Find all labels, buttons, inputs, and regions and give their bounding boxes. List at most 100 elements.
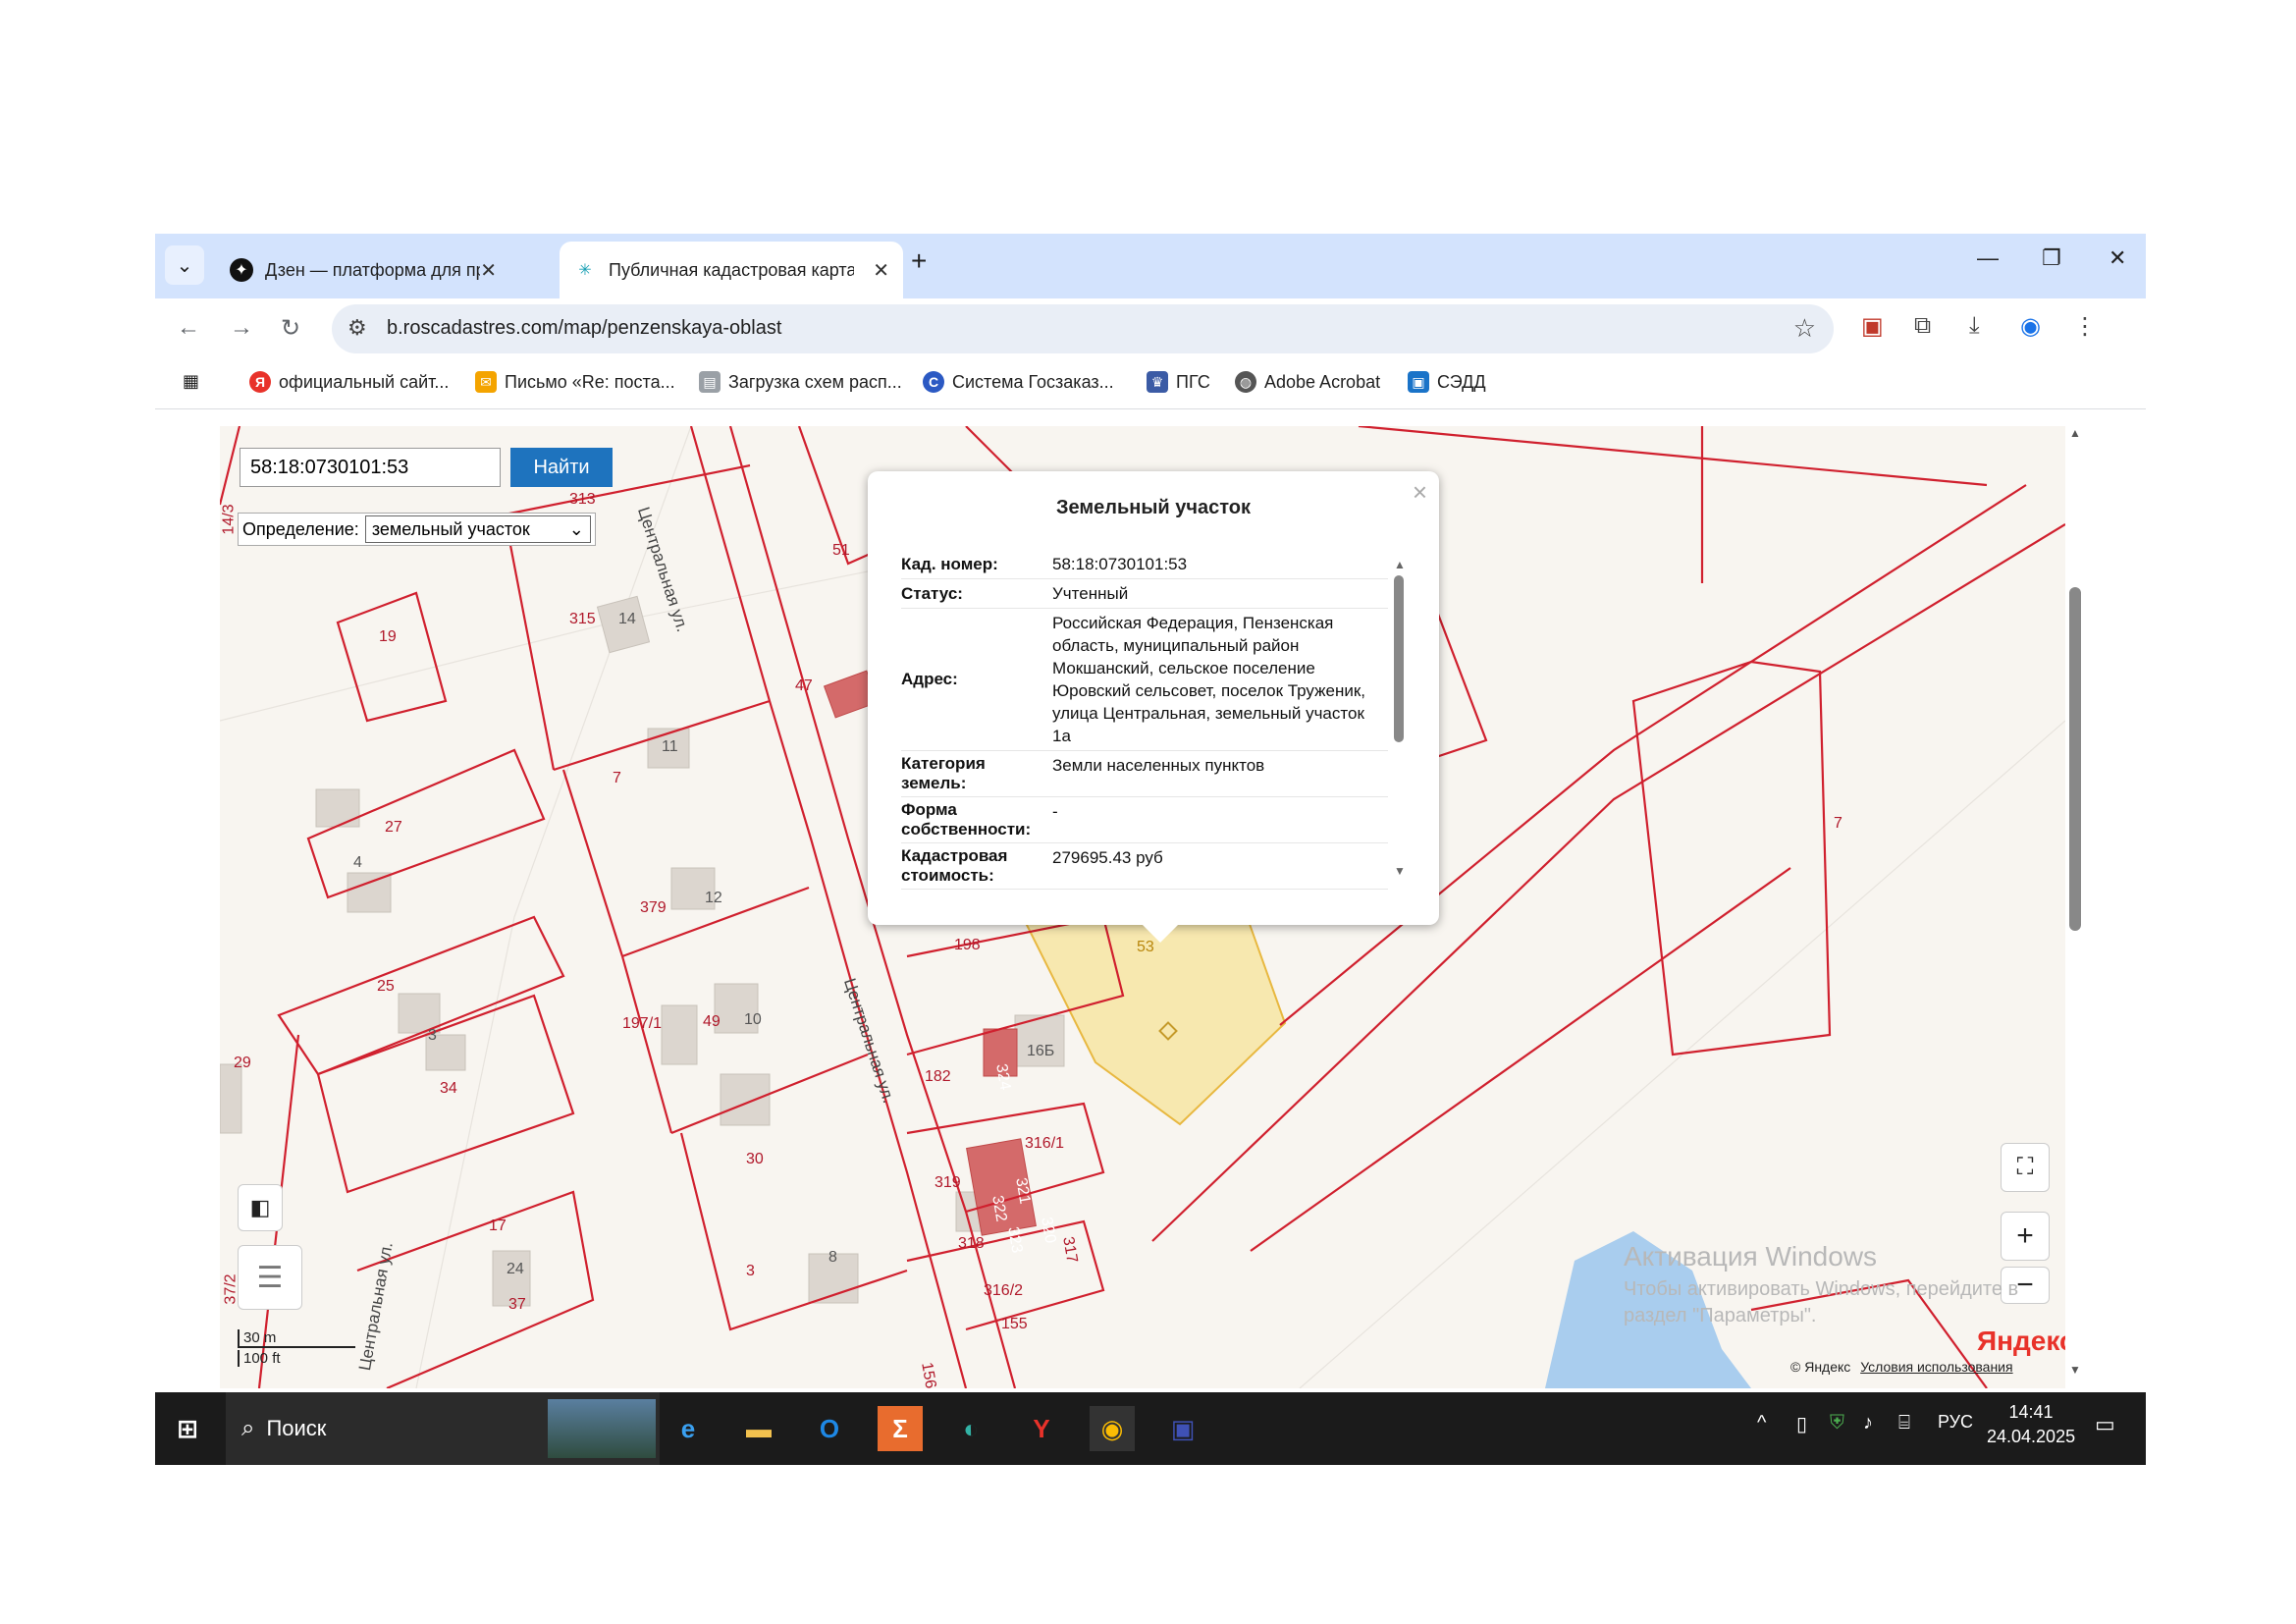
- find-button[interactable]: Найти: [510, 448, 613, 487]
- fullscreen-button[interactable]: ⛶: [2001, 1143, 2050, 1192]
- popup-scrollbar[interactable]: ▲ ▼: [1394, 558, 1406, 892]
- plus-icon: +: [2016, 1219, 2034, 1252]
- close-window-button[interactable]: ✕: [2109, 245, 2126, 271]
- bookmark-pgs[interactable]: ♛ ПГС: [1147, 371, 1210, 393]
- yandex-logo: Яндекс: [1977, 1326, 2065, 1356]
- language-indicator[interactable]: РУС: [1938, 1412, 1973, 1433]
- parcel-label: 11: [662, 738, 678, 755]
- parcel-label: 313: [569, 491, 596, 508]
- parcel-label: 317: [1059, 1235, 1081, 1265]
- tab-title: Дзен — платформа для просм: [265, 259, 480, 280]
- bookmark-sedd[interactable]: ▣ СЭДД: [1408, 371, 1486, 393]
- new-tab-button[interactable]: +: [911, 245, 927, 277]
- parcel-label: 316/1: [1025, 1135, 1065, 1152]
- clock[interactable]: 14:41 24.04.2025: [1987, 1402, 2075, 1447]
- parcel-label: 323: [1004, 1225, 1026, 1255]
- restore-button[interactable]: ❐: [2042, 245, 2061, 271]
- tab-cadastral-map[interactable]: ✳ Публичная кадастровая карта ✕: [560, 242, 903, 298]
- bookmark-letter[interactable]: ✉ Письмо «Re: поста...: [475, 371, 675, 393]
- tab-dzen[interactable]: ✦ Дзен — платформа для просм ✕: [216, 242, 510, 298]
- measure-tool-button[interactable]: ◧: [238, 1184, 283, 1231]
- definition-select[interactable]: земельный участок ⌄: [364, 515, 591, 543]
- taskbar-search[interactable]: ⌕ Поиск: [226, 1392, 660, 1465]
- popup-title: Земельный участок: [1055, 497, 1252, 518]
- chrome-icon[interactable]: ◉: [1090, 1406, 1135, 1451]
- close-icon[interactable]: ✕: [480, 258, 497, 283]
- address-bar[interactable]: ⚙ b.roscadastres.com/map/penzenskaya-obl…: [332, 304, 1834, 353]
- floppy-app-icon[interactable]: ▣: [1160, 1406, 1205, 1451]
- cadastral-map[interactable]: Центральная ул. Центральная ул. Централь…: [220, 426, 2065, 1388]
- apps-grid-icon[interactable]: ▦: [183, 371, 199, 392]
- watermark-title: Активация Windows: [1624, 1241, 1878, 1272]
- forward-button[interactable]: →: [230, 314, 253, 342]
- layers-icon: ☰: [256, 1261, 284, 1294]
- antivirus-icon[interactable]: ⛨: [1830, 1412, 1844, 1435]
- minimize-button[interactable]: —: [1977, 245, 1999, 271]
- site-info-icon[interactable]: ⚙: [347, 315, 367, 341]
- bookmark-star-icon[interactable]: ☆: [1793, 313, 1816, 344]
- scroll-thumb[interactable]: [2069, 587, 2081, 931]
- file-explorer-icon[interactable]: ▬: [736, 1406, 781, 1451]
- volume-icon[interactable]: ♪: [1863, 1412, 1873, 1435]
- windows-start-icon[interactable]: ⊞: [165, 1406, 210, 1451]
- yandex-browser-icon[interactable]: Y: [1019, 1406, 1064, 1451]
- extension-icon[interactable]: ▣: [1861, 312, 1884, 341]
- taskbar-search-placeholder: Поиск: [266, 1416, 327, 1440]
- parcel-label: 321: [1012, 1176, 1034, 1206]
- page-scrollbar[interactable]: ▲ ▼: [2065, 426, 2085, 1388]
- parcel-label: 7: [613, 770, 621, 786]
- close-icon[interactable]: ×: [1413, 477, 1427, 508]
- scroll-thumb[interactable]: [1394, 575, 1404, 742]
- bookmark-label: Система Госзаказ...: [952, 371, 1114, 392]
- parcel-label: 379: [640, 899, 667, 916]
- tray-app-icon[interactable]: ▯: [1796, 1412, 1807, 1436]
- bookmark-label: официальный сайт...: [279, 371, 450, 392]
- goszakaz-icon: С: [923, 371, 944, 393]
- scale-bar: 30 m 100 ft: [238, 1329, 355, 1367]
- notifications-icon[interactable]: ▭: [2095, 1412, 2115, 1437]
- bookmark-goszakaz[interactable]: С Система Госзаказ...: [923, 371, 1114, 393]
- search-highlight-icon: [548, 1399, 656, 1458]
- info-row: Категория земель: Земли населенных пункто…: [901, 751, 1388, 797]
- back-button[interactable]: ←: [177, 314, 200, 342]
- url-text: b.roscadastres.com/map/penzenskaya-oblas…: [387, 317, 782, 339]
- scroll-up-icon[interactable]: ▲: [2065, 426, 2085, 440]
- scroll-down-icon[interactable]: ▼: [1394, 864, 1406, 878]
- info-row: Кадастровая стоимость: 279695.43 руб: [901, 843, 1388, 890]
- tray-chevron-up-icon[interactable]: ^: [1757, 1412, 1766, 1435]
- parcel-label: 14/3: [220, 504, 238, 535]
- screenshot: ⌄ ✦ Дзен — платформа для просм ✕ ✳ Публи…: [155, 234, 2146, 1465]
- watermark-line: Чтобы активировать Windows, перейдите в: [1624, 1278, 2019, 1300]
- parcel-label: 324: [992, 1062, 1014, 1092]
- info-key: Кад. номер:: [901, 554, 998, 573]
- layers-button[interactable]: ☰: [238, 1245, 302, 1310]
- reload-button[interactable]: ↻: [281, 314, 300, 343]
- bookmark-schemes[interactable]: ▤ Загрузка схем расп...: [699, 371, 902, 393]
- windows-activation-watermark: Активация Windows Чтобы активировать Win…: [1624, 1241, 2018, 1327]
- terms-link[interactable]: Условия использования: [1860, 1359, 2012, 1375]
- scroll-down-icon[interactable]: ▼: [2065, 1363, 2085, 1377]
- copyright-text: © Яндекс: [1790, 1359, 1851, 1375]
- download-icon[interactable]: ⤓: [1969, 312, 1980, 340]
- edge-legacy-icon[interactable]: e: [666, 1406, 711, 1451]
- bookmark-official-site[interactable]: Я официальный сайт...: [249, 371, 449, 393]
- info-value: -: [1052, 802, 1058, 821]
- info-key: Кадастровая стоимость:: [901, 846, 1008, 885]
- edge-icon[interactable]: ◐: [948, 1406, 993, 1451]
- sigma-app-icon[interactable]: Σ: [878, 1406, 923, 1451]
- bookmark-adobe-acrobat[interactable]: ◍ Adobe Acrobat: [1235, 371, 1380, 393]
- info-row: Форма собственности: -: [901, 797, 1388, 843]
- network-icon[interactable]: ⌸: [1898, 1412, 1910, 1435]
- info-value: Российская Федерация, Пензенская область…: [1052, 614, 1365, 745]
- menu-kebab-icon[interactable]: ⋮: [2073, 312, 2097, 341]
- scroll-up-icon[interactable]: ▲: [1394, 558, 1406, 571]
- info-row: Кад. номер: 58:18:0730101:53: [901, 550, 1388, 579]
- tab-search-button[interactable]: ⌄: [165, 245, 204, 285]
- outlook-icon[interactable]: O: [807, 1406, 852, 1451]
- minus-icon: −: [2016, 1269, 2034, 1301]
- cadastral-search-input[interactable]: [240, 448, 501, 487]
- profile-icon[interactable]: ◉: [2020, 312, 2041, 341]
- parcel-label: 3: [746, 1263, 755, 1279]
- extensions-puzzle-icon[interactable]: ⧉: [1914, 312, 1931, 340]
- close-icon[interactable]: ✕: [873, 258, 889, 283]
